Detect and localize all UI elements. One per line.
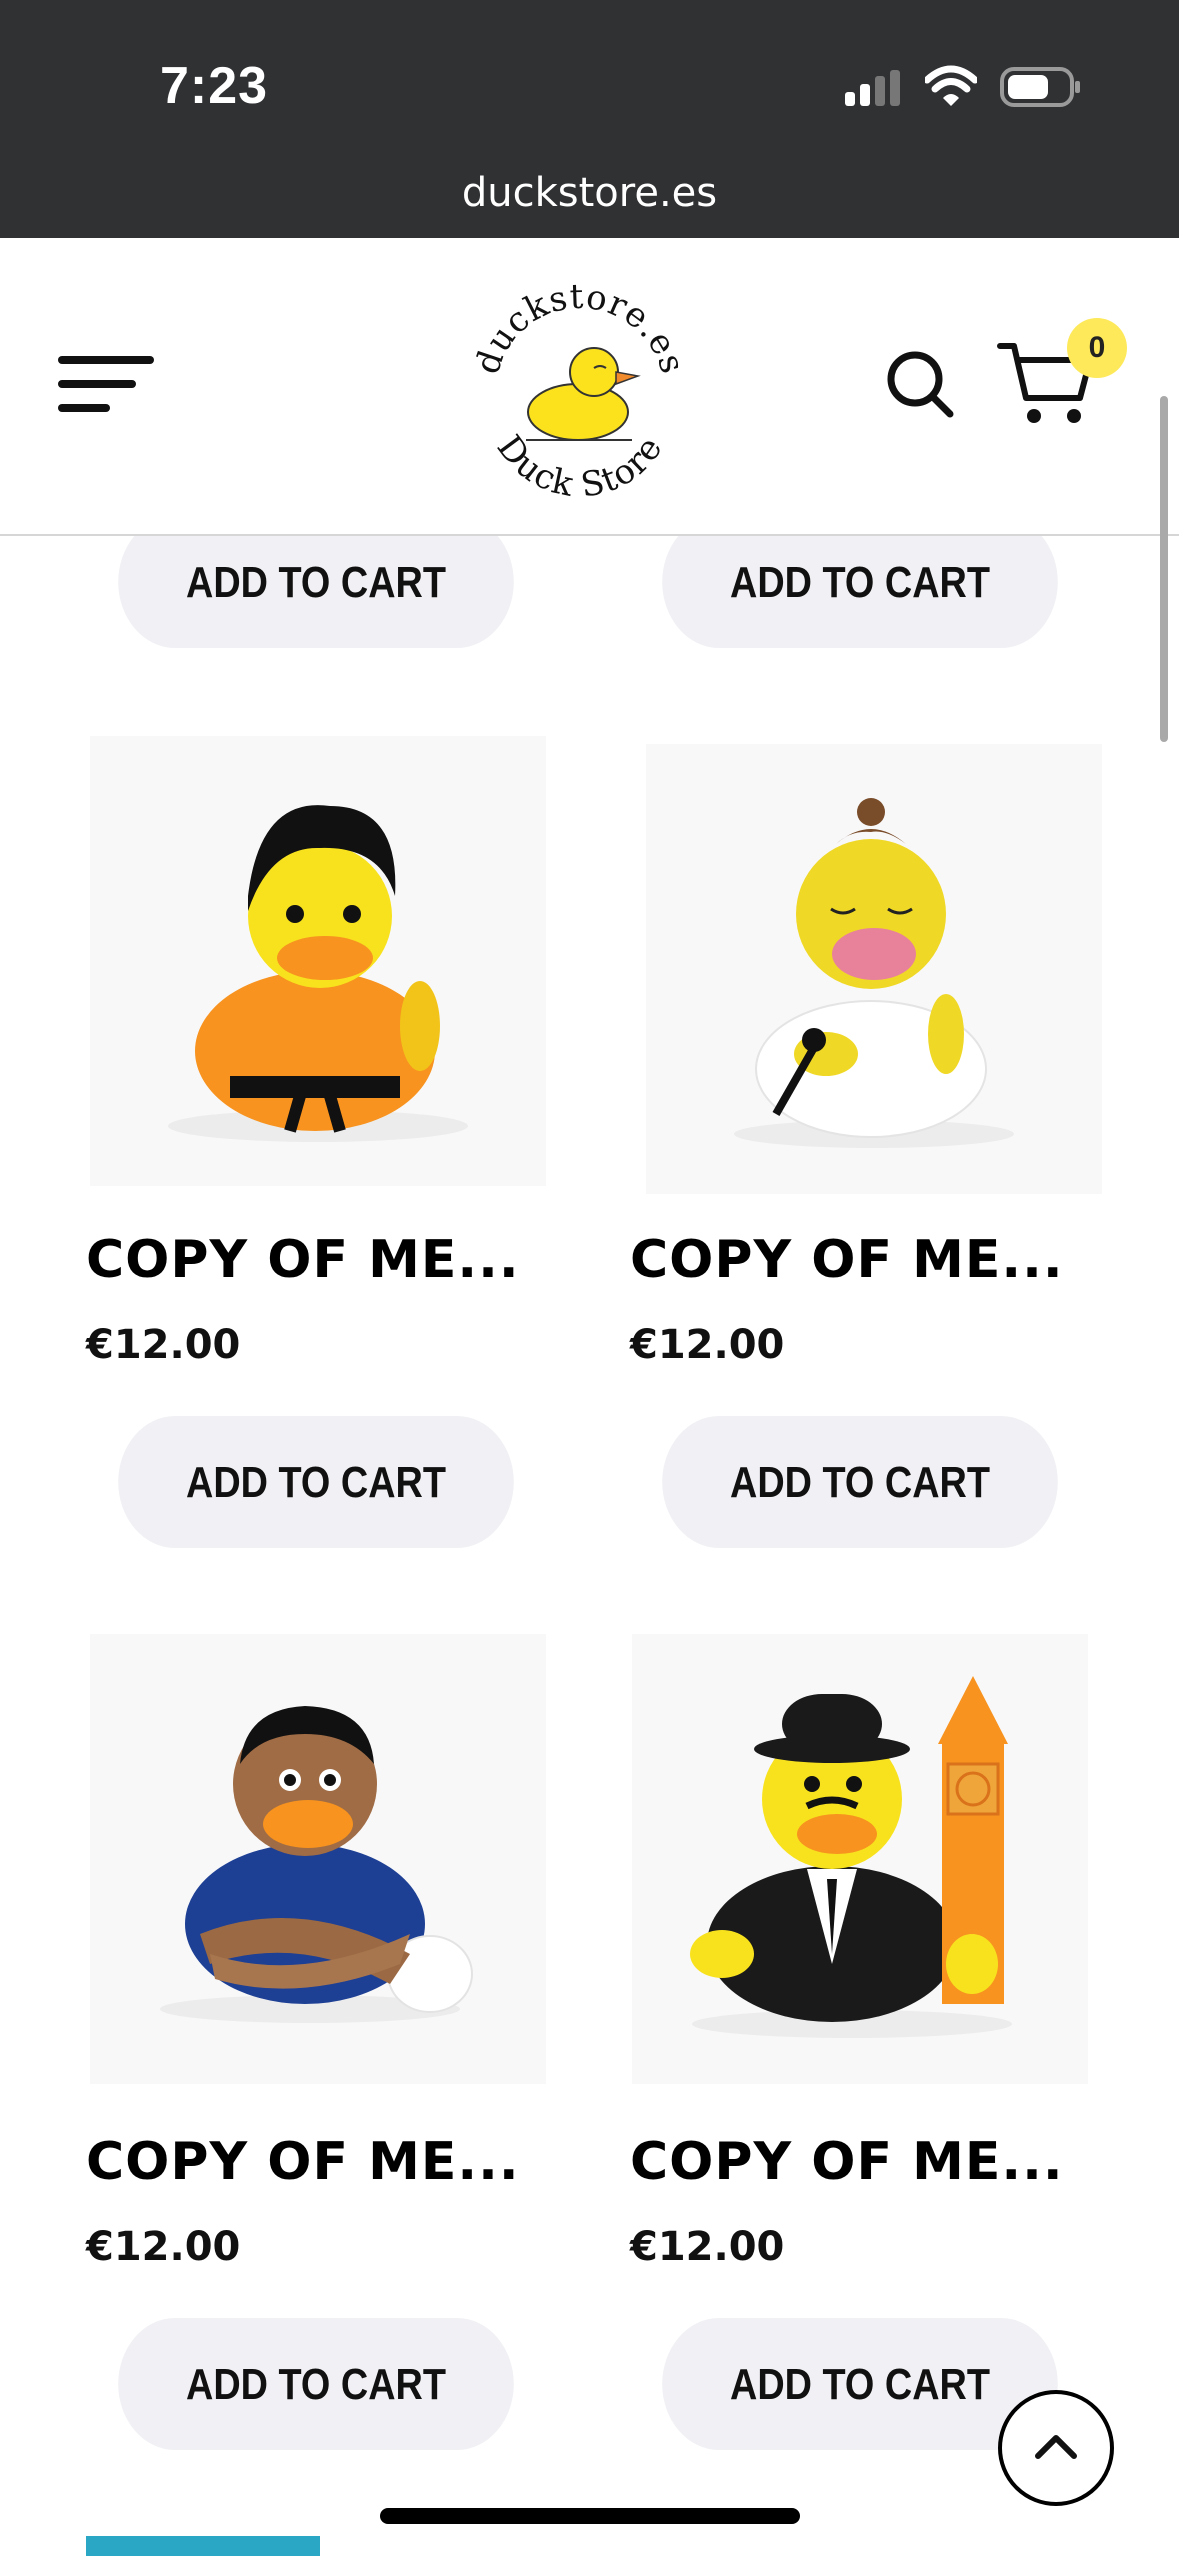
product-price: €12.00 bbox=[630, 1322, 785, 1368]
product-image-singer-duck[interactable] bbox=[646, 744, 1102, 1194]
product-image-karate-duck[interactable] bbox=[90, 736, 546, 1186]
product-title[interactable]: COPY OF ME... bbox=[86, 2132, 520, 2192]
duck-store-logo[interactable]: duckstore.es Duck Store bbox=[466, 272, 694, 500]
menu-icon bbox=[58, 356, 154, 364]
product-title[interactable]: COPY OF ME... bbox=[630, 2132, 1064, 2192]
product-image-football-duck[interactable] bbox=[90, 1634, 546, 2084]
home-indicator[interactable] bbox=[380, 2508, 800, 2524]
product-price: €12.00 bbox=[630, 2224, 785, 2270]
add-to-cart-button[interactable]: ADD TO CART bbox=[662, 1416, 1058, 1548]
product-image-london-duck[interactable] bbox=[632, 1634, 1088, 2084]
menu-button[interactable] bbox=[58, 356, 154, 416]
search-icon[interactable] bbox=[884, 348, 956, 420]
add-to-cart-button[interactable]: ADD TO CART bbox=[662, 2318, 1058, 2450]
chevron-up-icon bbox=[1035, 2435, 1077, 2459]
site-header: duckstore.es Duck Store bbox=[0, 238, 1179, 536]
promo-banner-edge[interactable] bbox=[86, 2536, 320, 2556]
product-title[interactable]: COPY OF ME... bbox=[86, 1230, 520, 1290]
product-title[interactable]: COPY OF ME... bbox=[630, 1230, 1064, 1290]
product-price: €12.00 bbox=[86, 2224, 241, 2270]
cart-count-badge[interactable]: 0 bbox=[1067, 318, 1127, 378]
add-to-cart-button[interactable]: ADD TO CART bbox=[118, 1416, 514, 1548]
page-scrollbar[interactable] bbox=[1160, 396, 1168, 742]
back-to-top-button[interactable] bbox=[998, 2390, 1114, 2506]
product-price: €12.00 bbox=[86, 1322, 241, 1368]
add-to-cart-button[interactable]: ADD TO CART bbox=[118, 2318, 514, 2450]
